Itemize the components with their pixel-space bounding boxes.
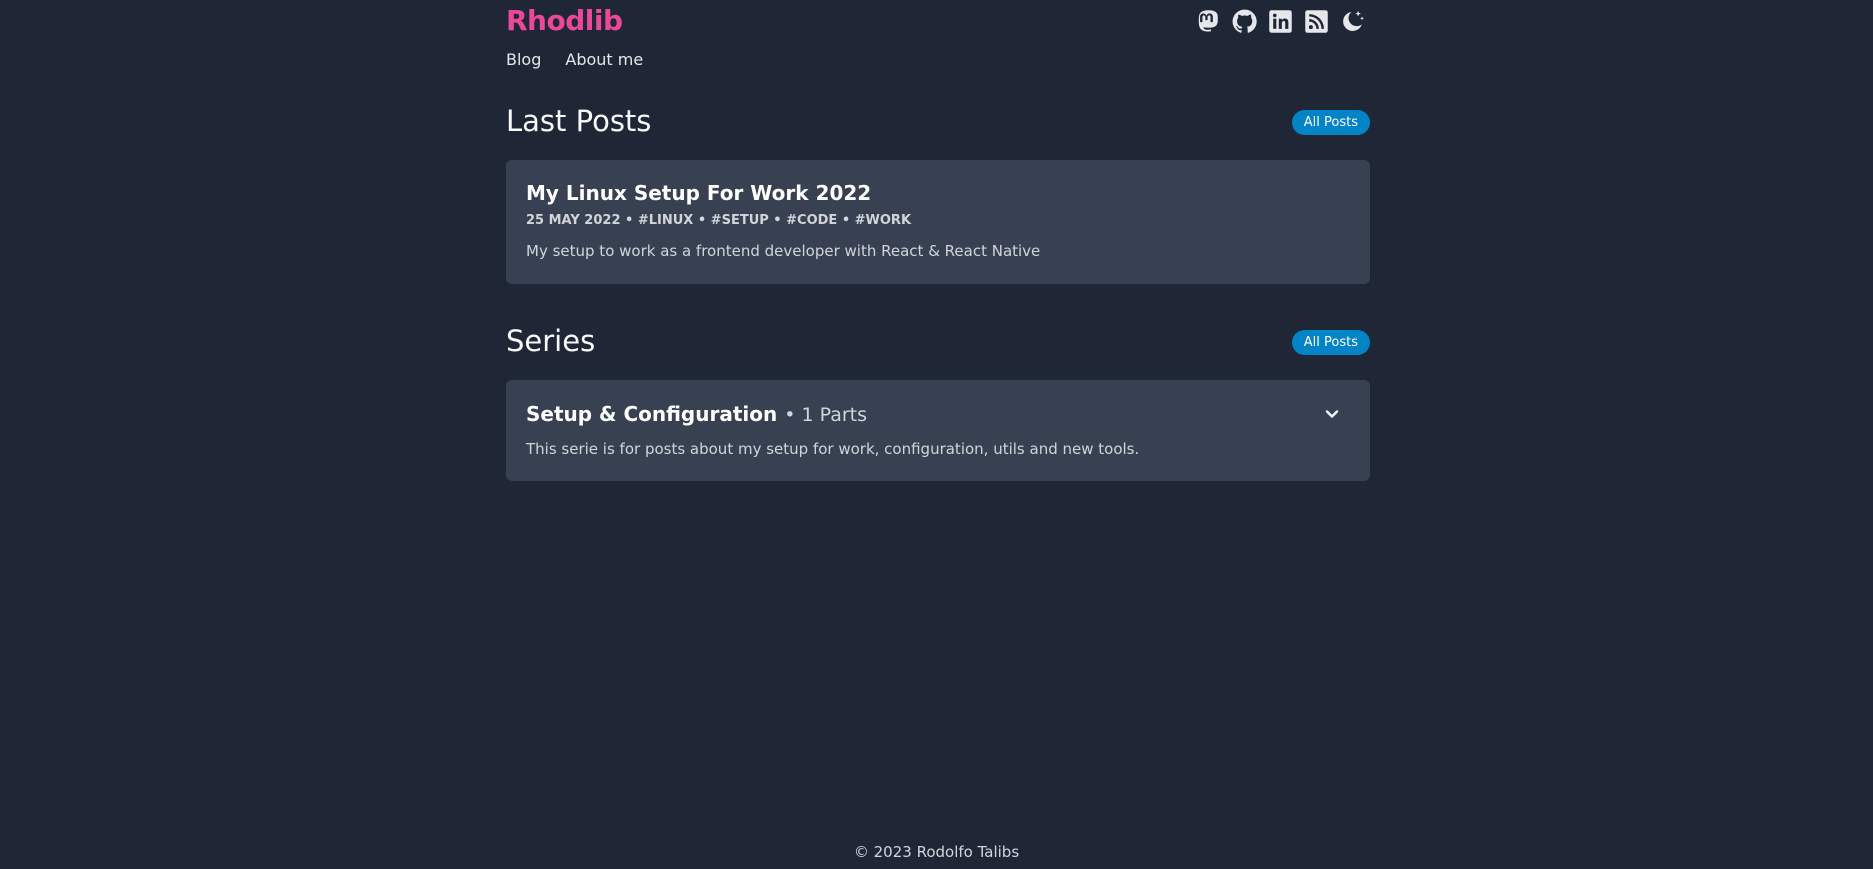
nav-item-about-me[interactable]: About me bbox=[565, 50, 643, 69]
nav-item-blog[interactable]: Blog bbox=[506, 50, 541, 69]
series-card[interactable]: Setup & Configuration • 1 Parts This ser… bbox=[506, 380, 1370, 481]
theme-toggle-icon[interactable] bbox=[1339, 8, 1366, 35]
linkedin-icon[interactable] bbox=[1267, 8, 1294, 35]
series-parts-count: • 1 Parts bbox=[784, 404, 868, 426]
site-logo[interactable]: Rhodlib bbox=[506, 4, 623, 37]
post-description: My setup to work as a frontend developer… bbox=[526, 242, 1041, 260]
footer-copyright: © 2023 Rodolfo Talibs bbox=[853, 843, 1020, 861]
page-container: Rhodlib Blog About me Last Posts All Pos… bbox=[506, 0, 1370, 869]
social-icons bbox=[1195, 8, 1366, 35]
rss-icon[interactable] bbox=[1303, 8, 1330, 35]
series-all-posts-button[interactable]: All Posts bbox=[1291, 330, 1370, 355]
main-nav: Blog About me bbox=[506, 50, 643, 69]
series-heading: Series bbox=[506, 324, 596, 358]
series-description: This serie is for posts about my setup f… bbox=[526, 440, 1140, 458]
chevron-down-icon[interactable] bbox=[1322, 404, 1342, 424]
post-meta: 25 MAY 2022 • #LINUX • #SETUP • #CODE • … bbox=[526, 213, 912, 228]
post-title[interactable]: My Linux Setup For Work 2022 bbox=[526, 181, 871, 205]
series-title[interactable]: Setup & Configuration bbox=[526, 402, 777, 426]
last-posts-heading: Last Posts bbox=[506, 104, 652, 138]
github-icon[interactable] bbox=[1231, 8, 1258, 35]
series-title-row: Setup & Configuration • 1 Parts bbox=[526, 402, 867, 426]
last-posts-all-posts-button[interactable]: All Posts bbox=[1291, 110, 1370, 135]
mastodon-icon[interactable] bbox=[1195, 8, 1222, 35]
post-card[interactable]: My Linux Setup For Work 2022 25 MAY 2022… bbox=[506, 160, 1370, 284]
